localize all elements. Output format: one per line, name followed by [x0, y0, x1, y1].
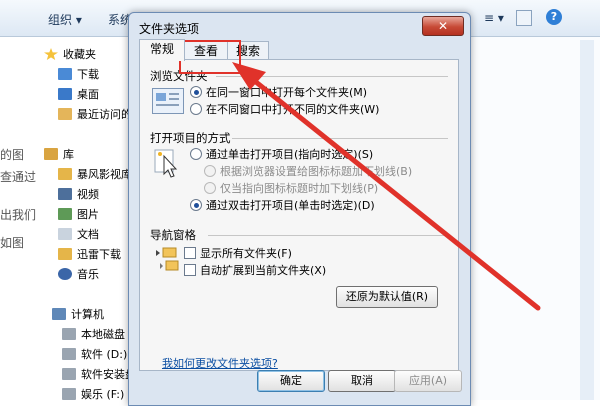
preview-pane-icon[interactable]: [516, 10, 532, 26]
nav-libraries[interactable]: 库: [44, 145, 74, 163]
hard-drive-icon: [62, 348, 76, 360]
background-text-fragment: 的图: [0, 148, 25, 162]
hard-drive-icon: [62, 328, 76, 340]
star-icon: [44, 48, 58, 60]
nav-videos[interactable]: 视频: [58, 185, 99, 203]
radio-indicator[interactable]: [204, 182, 216, 194]
folder-window-icon: [152, 88, 184, 114]
ok-button[interactable]: 确定: [257, 370, 325, 392]
organize-menu[interactable]: 组织 ▾: [48, 11, 82, 28]
highlight-box: [179, 40, 241, 74]
checkbox-auto-expand[interactable]: 自动扩展到当前文件夹(X): [184, 262, 326, 278]
group-divider: [216, 76, 448, 77]
folder-icon: [58, 248, 72, 260]
nav-documents[interactable]: 文档: [58, 225, 99, 243]
click-items-group-title: 打开项目的方式: [150, 131, 231, 145]
folder-icon: [58, 168, 72, 180]
nav-recent[interactable]: 最近访问的: [58, 105, 132, 123]
nav-desktop[interactable]: 桌面: [58, 85, 99, 103]
radio-indicator[interactable]: [190, 199, 202, 211]
nav-music[interactable]: 音乐: [58, 265, 99, 283]
radio-indicator[interactable]: [190, 148, 202, 160]
library-icon: [44, 148, 58, 160]
nav-drive-f[interactable]: 娱乐 (F:): [62, 385, 124, 403]
dialog-title: 文件夹选项: [139, 22, 200, 36]
background-text-fragment: 出我们: [0, 208, 37, 222]
help-link[interactable]: 我如何更改文件夹选项?: [162, 355, 278, 371]
document-library-icon: [58, 228, 72, 240]
checkbox-indicator[interactable]: [184, 247, 196, 259]
navigation-tree-icon: [154, 246, 180, 276]
group-divider: [232, 138, 448, 139]
radio-new-window[interactable]: 在不同窗口中打开不同的文件夹(W): [190, 101, 379, 117]
pointer-click-icon: [154, 148, 180, 178]
hard-drive-icon: [62, 388, 76, 400]
video-library-icon: [58, 188, 72, 200]
radio-single-click[interactable]: 通过单击打开项目(指向时选定)(S): [190, 146, 373, 162]
checkbox-indicator[interactable]: [184, 264, 196, 276]
radio-indicator[interactable]: [190, 86, 202, 98]
radio-underline-browser[interactable]: 根据浏览器设置给图标标题加下划线(B): [204, 163, 412, 179]
nav-downloads[interactable]: 下载: [58, 65, 99, 83]
tab-general[interactable]: 常规: [139, 39, 185, 61]
recent-places-icon: [58, 108, 72, 120]
radio-indicator[interactable]: [190, 103, 202, 115]
help-icon[interactable]: ?: [546, 9, 562, 25]
radio-double-click[interactable]: 通过双击打开项目(单击时选定)(D): [190, 197, 375, 213]
navigation-pane-group-title: 导航窗格: [150, 228, 196, 242]
background-text-fragment: 查通过: [0, 170, 37, 184]
restore-defaults-button[interactable]: 还原为默认值(R): [336, 286, 438, 308]
cancel-button[interactable]: 取消: [328, 370, 396, 392]
group-divider: [208, 235, 448, 236]
nav-drive-e[interactable]: 软件安装盘: [62, 365, 136, 383]
close-button[interactable]: ✕: [422, 16, 464, 36]
desktop-icon: [58, 88, 72, 100]
picture-library-icon: [58, 208, 72, 220]
background-text-fragment: 如图: [0, 236, 25, 250]
nav-drive-d[interactable]: 软件 (D:): [62, 345, 127, 363]
computer-icon: [52, 308, 66, 320]
nav-xunlei-downloads[interactable]: 迅雷下载: [58, 245, 121, 263]
music-note-icon: [58, 268, 72, 280]
checkbox-show-all-folders[interactable]: 显示所有文件夹(F): [184, 245, 292, 261]
view-options-button[interactable]: ≡ ▾: [484, 11, 504, 25]
general-tab-panel: 浏览文件夹 在同一窗口中打开每个文件夹(M) 在不同窗口中打开不同的文件夹(W)…: [139, 59, 459, 371]
radio-underline-point[interactable]: 仅当指向图标标题时加下划线(P): [204, 180, 378, 196]
apply-button[interactable]: 应用(A): [394, 370, 462, 392]
scrollbar[interactable]: [580, 40, 594, 400]
download-folder-icon: [58, 68, 72, 80]
radio-indicator[interactable]: [204, 165, 216, 177]
nav-storm-library[interactable]: 暴风影视库: [58, 165, 132, 183]
nav-computer[interactable]: 计算机: [52, 305, 104, 323]
radio-same-window[interactable]: 在同一窗口中打开每个文件夹(M): [190, 84, 367, 100]
hard-drive-icon: [62, 368, 76, 380]
nav-favorites[interactable]: 收藏夹: [44, 45, 96, 63]
nav-pictures[interactable]: 图片: [58, 205, 99, 223]
